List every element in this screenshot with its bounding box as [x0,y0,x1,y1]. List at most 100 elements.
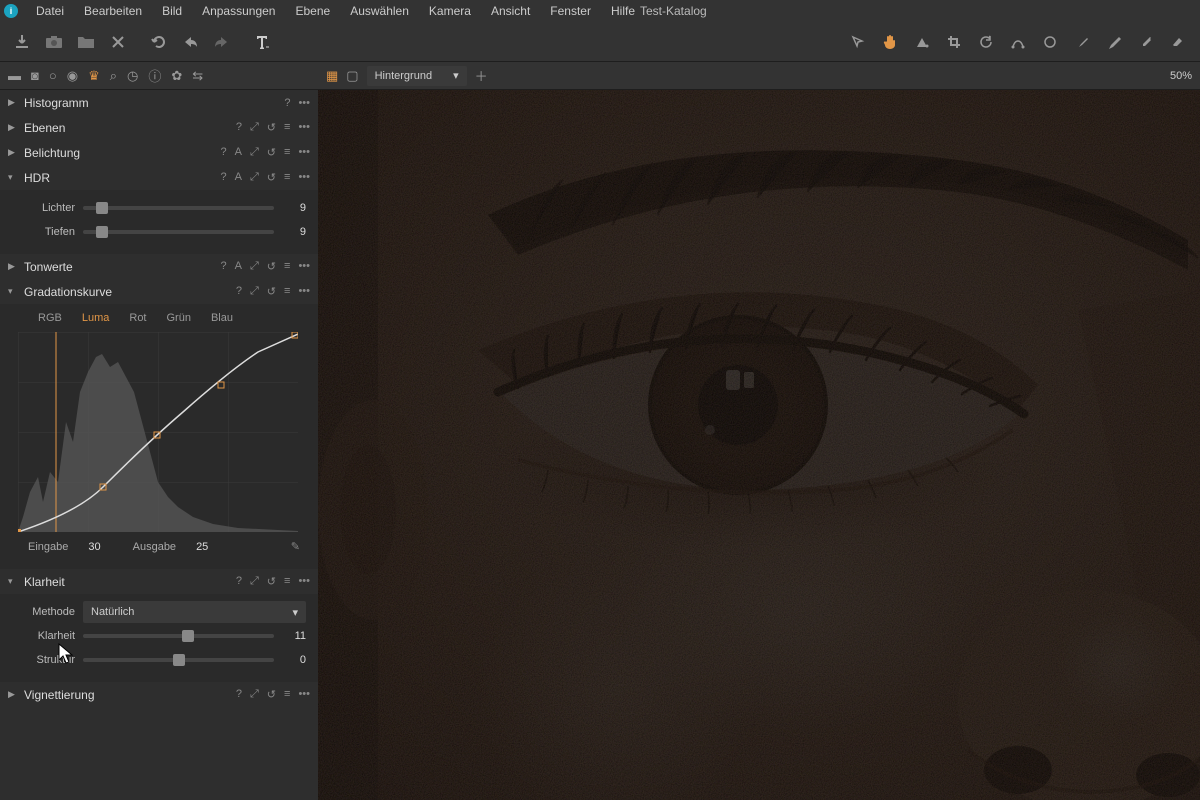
undo-step-icon[interactable] [180,32,200,52]
camera-icon[interactable] [44,32,64,52]
help-icon[interactable]: ? [221,146,227,159]
reset-icon[interactable]: ↺ [267,575,276,588]
menu-icon[interactable]: ≡ [284,688,290,701]
panel-klarheit-header[interactable]: ▾ Klarheit ?⤢↺≡••• [0,569,318,594]
curve-tab-luma[interactable]: Luma [82,312,110,324]
text-tool-icon[interactable] [252,32,272,52]
layer-dropdown[interactable]: Hintergrund▾ [367,66,467,86]
menu-anpassungen[interactable]: Anpassungen [192,1,285,21]
reset-icon[interactable]: ↺ [267,285,276,298]
help-icon[interactable]: ? [236,285,242,298]
klarheit-methode-dropdown[interactable]: Natürlich▾ [83,601,306,623]
image-canvas[interactable] [318,90,1200,800]
redo-step-icon[interactable] [212,32,232,52]
menu-fenster[interactable]: Fenster [540,1,601,21]
menu-bearbeiten[interactable]: Bearbeiten [74,1,152,21]
hdr-lichter-slider[interactable] [83,206,274,210]
tab-circle-icon[interactable]: ○ [49,68,57,83]
more-icon[interactable]: ••• [298,688,310,701]
close-icon[interactable] [108,32,128,52]
tab-folder-icon[interactable]: ▬ [8,68,21,83]
eyedropper-tool-icon[interactable] [1136,32,1156,52]
reset-icon[interactable]: ↺ [267,171,276,184]
path-tool-icon[interactable] [1008,32,1028,52]
menu-icon[interactable]: ≡ [284,260,290,273]
panel-histogramm-header[interactable]: ▶ Histogramm ?••• [0,90,318,115]
expand-icon[interactable]: ⤢ [250,688,259,701]
help-icon[interactable]: ? [284,97,290,109]
panel-tonwerte-header[interactable]: ▶ Tonwerte ?A⤢↺≡••• [0,254,318,279]
menu-datei[interactable]: Datei [26,1,74,21]
tab-settings-icon[interactable]: ✿ [171,68,182,84]
import-icon[interactable] [12,32,32,52]
menu-bild[interactable]: Bild [152,1,192,21]
brush-tool-icon[interactable] [1072,32,1092,52]
menu-icon[interactable]: ≡ [284,146,290,159]
menu-kamera[interactable]: Kamera [419,1,481,21]
menu-icon[interactable]: ≡ [284,575,290,588]
struktur-value[interactable]: 0 [282,654,306,666]
pen-tool-icon[interactable] [1104,32,1124,52]
more-icon[interactable]: ••• [298,260,310,273]
zoom-level[interactable]: 50% [1170,70,1192,82]
expand-icon[interactable]: ⤢ [250,285,259,298]
panel-vignette-header[interactable]: ▶ Vignettierung ?⤢↺≡••• [0,682,318,707]
curve-tab-gruen[interactable]: Grün [167,312,191,324]
more-icon[interactable]: ••• [298,121,310,134]
expand-icon[interactable]: ⤢ [250,575,259,588]
more-icon[interactable]: ••• [298,146,310,159]
reset-icon[interactable]: ↺ [267,688,276,701]
panel-hdr-header[interactable]: ▾ HDR ?A⤢↺≡••• [0,165,318,190]
klarheit-value[interactable]: 11 [282,630,306,642]
tab-clock-icon[interactable]: ◷ [127,68,138,84]
panel-curve-header[interactable]: ▾ Gradationskurve ?⤢↺≡••• [0,279,318,304]
undo-icon[interactable] [148,32,168,52]
tab-adjustments-icon[interactable]: ♛ [88,68,100,84]
menu-auswaehlen[interactable]: Auswählen [340,1,419,21]
curve-tab-rgb[interactable]: RGB [38,312,62,324]
panel-ebenen-header[interactable]: ▶ Ebenen ?⤢↺≡••• [0,115,318,140]
menu-ebene[interactable]: Ebene [285,1,340,21]
help-icon[interactable]: ? [221,260,227,273]
hand-tool-icon[interactable] [880,32,900,52]
hdr-tiefen-value[interactable]: 9 [282,226,306,238]
tab-search-icon[interactable]: ⌕ [110,68,117,84]
tab-info-icon[interactable]: ⓘ [148,66,161,85]
menu-icon[interactable]: ≡ [284,285,290,298]
klarheit-slider[interactable] [83,634,274,638]
panel-belichtung-header[interactable]: ▶ Belichtung ?A⤢↺≡••• [0,140,318,165]
rotate-tool-icon[interactable] [976,32,996,52]
fill-tool-icon[interactable] [912,32,932,52]
expand-icon[interactable]: ⤢ [250,121,259,134]
menu-icon[interactable]: ≡ [284,121,290,134]
auto-icon[interactable]: A [235,260,242,273]
auto-icon[interactable]: A [235,146,242,159]
curve-tab-rot[interactable]: Rot [129,312,146,324]
menu-hilfe[interactable]: Hilfe [601,1,645,21]
add-layer-icon[interactable]: ＋ [475,66,488,85]
expand-icon[interactable]: ⤢ [250,146,259,159]
grid-view-icon[interactable]: ▦ [326,68,338,84]
curve-picker-icon[interactable]: ✎ [291,540,300,553]
hdr-tiefen-slider[interactable] [83,230,274,234]
help-icon[interactable]: ? [236,575,242,588]
expand-icon[interactable]: ⤢ [250,171,259,184]
more-icon[interactable]: ••• [298,575,310,588]
auto-icon[interactable]: A [235,171,242,184]
single-view-icon[interactable]: ▢ [346,68,358,84]
curve-editor[interactable] [18,332,300,532]
folder-icon[interactable] [76,32,96,52]
curve-output-value[interactable]: 25 [196,541,208,553]
menu-ansicht[interactable]: Ansicht [481,1,540,21]
hdr-lichter-value[interactable]: 9 [282,202,306,214]
help-icon[interactable]: ? [236,121,242,134]
ellipse-tool-icon[interactable] [1040,32,1060,52]
help-icon[interactable]: ? [221,171,227,184]
reset-icon[interactable]: ↺ [267,260,276,273]
crop-tool-icon[interactable] [944,32,964,52]
more-icon[interactable]: ••• [298,97,310,109]
reset-icon[interactable]: ↺ [267,146,276,159]
tab-share-icon[interactable]: ⇆ [192,68,203,84]
more-icon[interactable]: ••• [298,285,310,298]
tab-camera-icon[interactable]: ◙ [31,68,39,83]
